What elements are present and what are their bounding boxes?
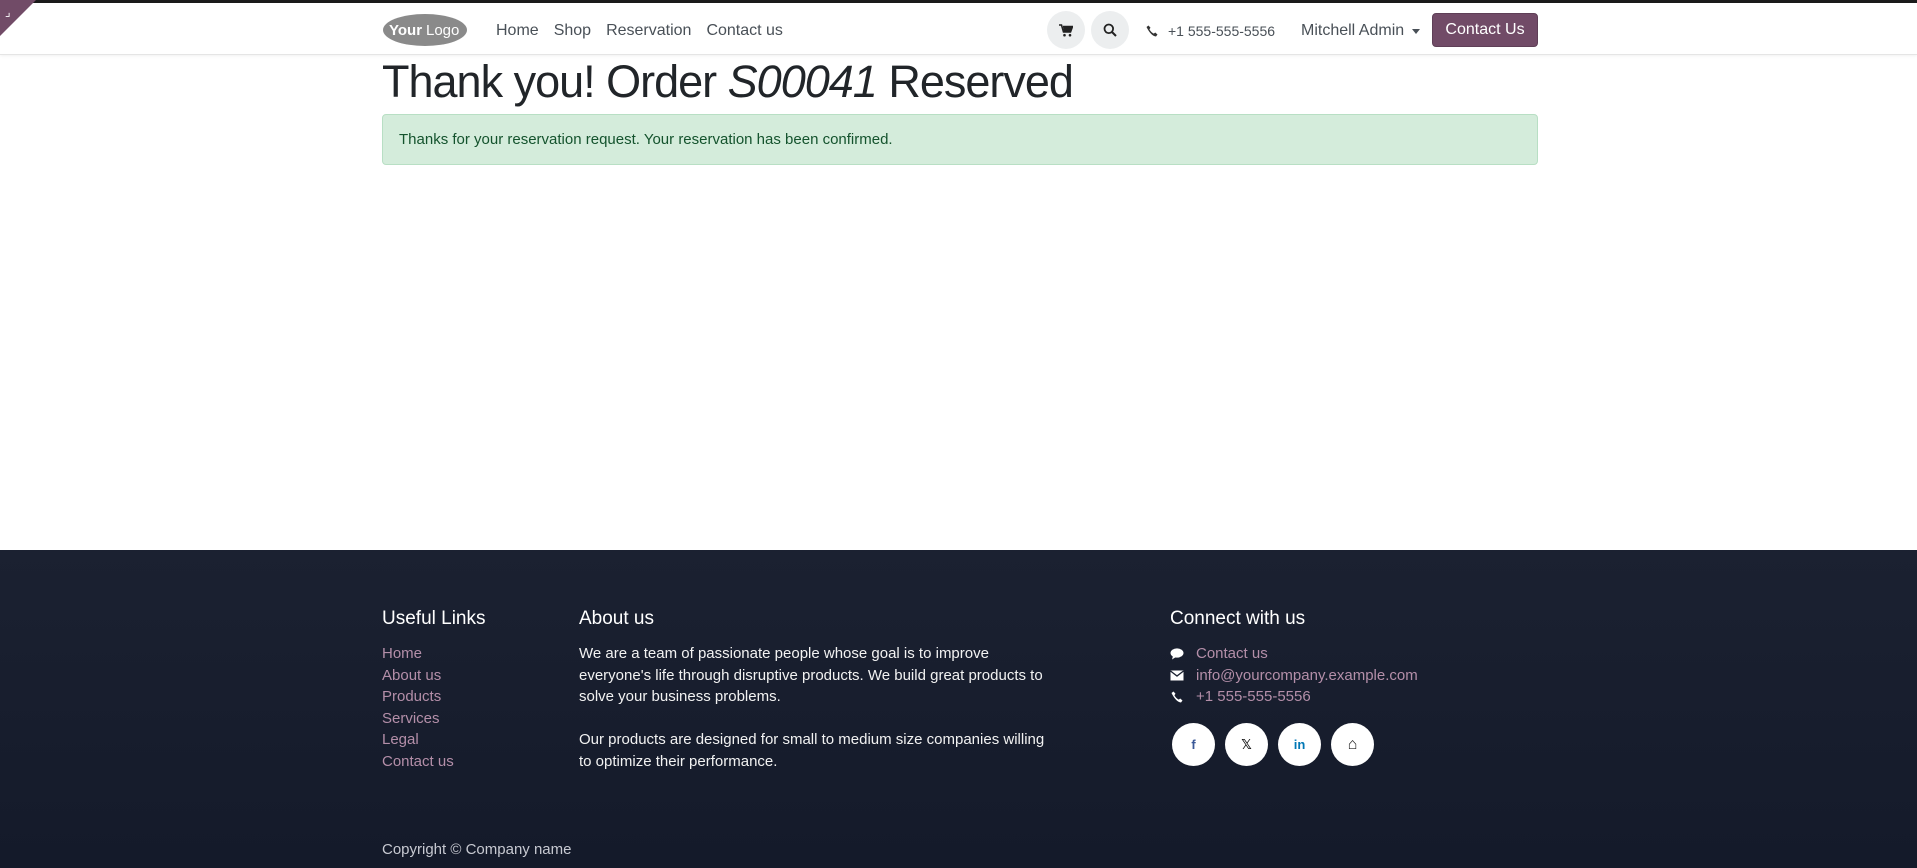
about-paragraph: Our products are designed for small to m…: [579, 731, 1045, 770]
home-icon[interactable]: ⌂: [1331, 723, 1374, 766]
alert-text: Thanks for your reservation request. You…: [399, 131, 893, 148]
connect-contact-us[interactable]: Contact us: [1170, 643, 1418, 665]
nav-home[interactable]: Home: [496, 19, 539, 43]
phone-icon: [1170, 691, 1184, 703]
about-us-title: About us: [579, 608, 654, 629]
connect-title: Connect with us: [1170, 608, 1306, 629]
page-title: Thank you! Order S00041 Reserved: [382, 56, 1074, 107]
connect-email[interactable]: info@yourcompany.example.com: [1170, 665, 1418, 687]
cart-icon: [1059, 23, 1073, 36]
svg-text:Your: Your: [389, 22, 422, 39]
useful-links-title: Useful Links: [382, 608, 486, 629]
connect-phone[interactable]: +1 555-555-5556: [1170, 686, 1418, 708]
footer-link-about-us[interactable]: About us: [382, 665, 454, 687]
site-header: Your Logo Home Shop Reservation Contact …: [0, 3, 1917, 55]
user-menu-toggle[interactable]: Mitchell Admin: [1301, 19, 1421, 43]
cart-button[interactable]: [1047, 11, 1085, 49]
facebook-icon[interactable]: f: [1172, 723, 1215, 766]
copyright-text: Copyright © Company name: [382, 841, 572, 858]
nav-shop[interactable]: Shop: [554, 19, 591, 43]
envelope-icon: [1170, 670, 1184, 681]
comment-icon: [1170, 648, 1184, 660]
corner-arrow-icon: ⌟: [5, 5, 11, 19]
useful-links-list: Home About us Products Services Legal Co…: [382, 643, 454, 773]
company-logo[interactable]: Your Logo: [382, 13, 468, 47]
phone-icon: [1146, 25, 1158, 37]
chevron-down-icon: [1412, 28, 1421, 34]
user-name: Mitchell Admin: [1301, 22, 1405, 39]
order-number: S00041: [727, 56, 878, 107]
site-footer: Useful Links Home About us Products Serv…: [0, 550, 1917, 868]
svg-text:Logo: Logo: [426, 22, 459, 39]
nav-contact-us[interactable]: Contact us: [706, 19, 782, 43]
footer-link-services[interactable]: Services: [382, 708, 454, 730]
about-us-text: We are a team of passionate people whose…: [579, 643, 1049, 773]
x-twitter-icon[interactable]: 𝕏: [1225, 723, 1268, 766]
nav-reservation[interactable]: Reservation: [606, 19, 691, 43]
about-paragraph: We are a team of passionate people whose…: [579, 645, 1043, 706]
footer-link-home[interactable]: Home: [382, 643, 454, 665]
contact-us-button[interactable]: Contact Us: [1432, 13, 1538, 47]
social-links: f 𝕏 in ⌂: [1172, 723, 1374, 766]
confirmation-alert: Thanks for your reservation request. You…: [382, 114, 1538, 165]
footer-link-legal[interactable]: Legal: [382, 729, 454, 751]
main-nav: Home Shop Reservation Contact us: [496, 19, 798, 43]
connect-list: Contact us info@yourcompany.example.com …: [1170, 643, 1418, 708]
header-phone[interactable]: +1 555-555-5556: [1146, 19, 1275, 43]
header-phone-number: +1 555-555-5556: [1168, 23, 1276, 39]
footer-link-products[interactable]: Products: [382, 686, 454, 708]
footer-link-contact-us[interactable]: Contact us: [382, 751, 454, 773]
search-icon: [1103, 23, 1117, 37]
search-button[interactable]: [1091, 11, 1129, 49]
linkedin-icon[interactable]: in: [1278, 723, 1321, 766]
